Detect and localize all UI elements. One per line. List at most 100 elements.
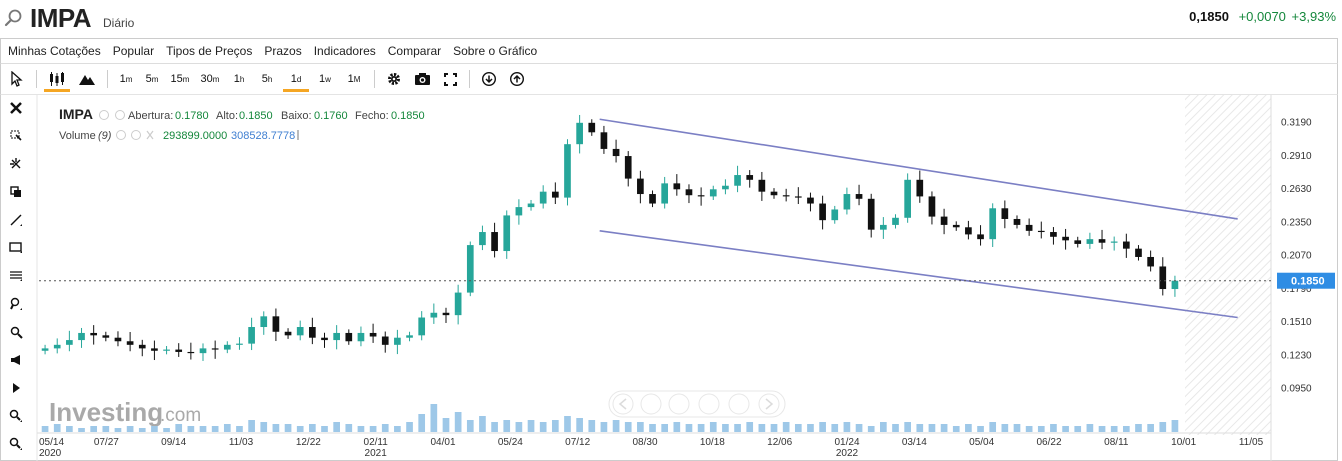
candle-body [345,332,353,342]
volume-bar [685,424,693,432]
chart-area: Investing .com IMPA Abertura: 0.1780 Alt… [0,94,1338,461]
close-icon [146,130,154,140]
interval-5m-button[interactable]: 5m [139,64,165,94]
crosshair-tool-button[interactable] [0,150,32,178]
volume-bar [564,416,571,432]
menu-compare[interactable]: Comparar [388,44,441,58]
speaker-tool-button[interactable] [0,346,32,374]
menu-my-quotes[interactable]: Minhas Cotações [8,44,101,58]
quote-summary: 0,1850 +0,0070 +3,93% [1189,9,1336,24]
volume-bar [551,420,559,432]
volume-bar [1135,424,1142,432]
volume-bar [649,424,656,432]
time-tick-label: 08/30 [632,437,657,448]
brush-tool-button[interactable] [0,290,32,318]
interval-1h-button[interactable]: 1h [225,64,253,94]
price-tick-label: 0.0950 [1281,384,1312,395]
time-axis: 05/142020 07/27 09/14 11/03 12/22 02/112021 04… [39,437,1264,459]
volume-bar [892,424,899,432]
menu-indicators[interactable]: Indicadores [314,44,376,58]
candle-body [746,175,754,180]
legend-volume-average: 308528.7778 [231,130,295,142]
upload-button[interactable] [503,64,531,94]
remove-drawings-button[interactable] [0,94,32,122]
interval-1w-button[interactable]: 1w [311,64,339,94]
chart-navigation[interactable] [608,390,786,418]
menu-timeframes[interactable]: Prazos [264,44,301,58]
candle-body [369,332,377,337]
candle-body [965,227,972,235]
volume-bar [309,424,316,432]
interval-1m-button[interactable]: 1m [113,64,139,94]
volume-bar [576,418,583,432]
candle-body [260,316,268,328]
speaker-icon [11,355,20,365]
volume-bar [126,426,134,432]
trend-channel[interactable] [599,118,1238,319]
volume-bar [1086,424,1094,432]
candle-body [807,197,814,204]
search-icon[interactable] [4,8,24,28]
interval-15m-button[interactable]: 15 m [165,64,195,94]
interval-1d-button[interactable]: 1d [281,64,311,94]
trendline-tool-button[interactable] [0,206,32,234]
time-tick-label: 05/24 [498,437,523,448]
fullscreen-button[interactable] [436,64,464,94]
time-tick-label: 08/11 [1104,437,1129,448]
volume-bar [1062,426,1069,432]
rectangle-tool-button[interactable] [0,234,32,262]
candle-body [977,234,984,240]
toolbar-separator [469,70,470,88]
volume-bar [151,426,158,432]
interval-30m-button[interactable]: 30 m [195,64,225,94]
cloud-download-icon [482,72,496,86]
volume-bar [406,422,413,432]
toolbar-separator [36,70,37,88]
zoom-out-icon [9,437,22,450]
volume-bar [709,422,717,432]
candle-body [138,344,146,349]
interval-1M-button[interactable]: 1M [339,64,369,94]
candle-body [880,224,887,230]
candle-body [819,203,826,221]
price-tick-label: 0.3190 [1281,118,1312,129]
candlestick-button[interactable] [42,64,72,94]
menu-about-chart[interactable]: Sobre o Gráfico [453,44,537,58]
volume-bar [503,420,511,432]
candle-body [867,198,875,230]
volume-bar [539,422,547,432]
download-button[interactable] [475,64,503,94]
area-chart-button[interactable] [72,64,102,94]
select-tool-button[interactable] [0,122,32,150]
volume-bar [199,426,207,432]
candle-body [394,337,401,345]
volume-bar [758,424,766,432]
time-tick-label: 06/22 [1036,437,1061,448]
zoom-out-tool-button[interactable] [0,430,32,458]
fibonacci-tool-button[interactable] [0,262,32,290]
zoom-in-tool-button[interactable] [0,402,32,430]
volume-bar [904,422,911,432]
menu-price-types[interactable]: Tipos de Preços [166,44,252,58]
volume-bar [1159,422,1167,432]
candle-body [78,332,85,341]
settings-button[interactable] [380,64,408,94]
volume-bar [345,424,353,432]
candle-body [1025,224,1033,231]
snapshot-button[interactable] [408,64,436,94]
zoom-tool-button[interactable] [0,318,32,346]
cursor-button[interactable] [1,64,31,94]
time-tick-label: 07/27 [94,437,119,448]
volume-bar [41,426,49,432]
cloud-upload-icon [510,72,524,86]
menu-popular[interactable]: Popular [113,44,154,58]
volume-bar [794,424,802,432]
volume-bar [418,414,426,432]
price-chart[interactable]: Investing .com IMPA Abertura: 0.1780 Alt… [1,95,1337,461]
brush-icon [10,297,22,310]
next-tool-button[interactable] [0,374,32,402]
layers-tool-button[interactable] [0,178,32,206]
fullscreen-icon [443,72,457,86]
interval-5h-button[interactable]: 5h [253,64,281,94]
candle-body [1098,239,1106,243]
